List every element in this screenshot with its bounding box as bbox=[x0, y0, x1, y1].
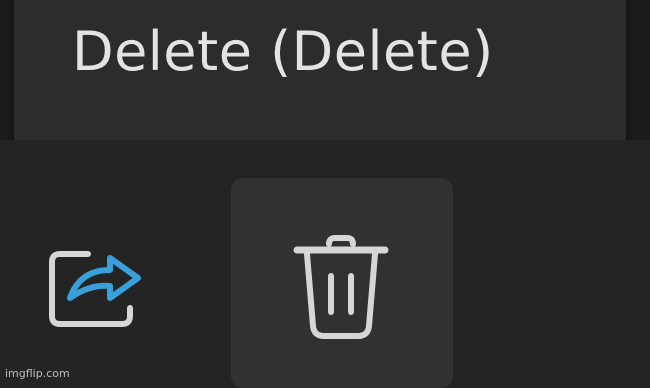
delete-tooltip: Delete (Delete) bbox=[14, 0, 626, 156]
delete-button[interactable] bbox=[231, 178, 453, 388]
share-button[interactable] bbox=[20, 180, 170, 384]
tooltip-label: Delete (Delete) bbox=[72, 20, 494, 83]
imgflip-watermark: imgflip.com bbox=[5, 367, 70, 380]
bottom-toolbar bbox=[0, 140, 650, 388]
trash-icon bbox=[293, 232, 389, 342]
share-icon bbox=[46, 238, 156, 334]
